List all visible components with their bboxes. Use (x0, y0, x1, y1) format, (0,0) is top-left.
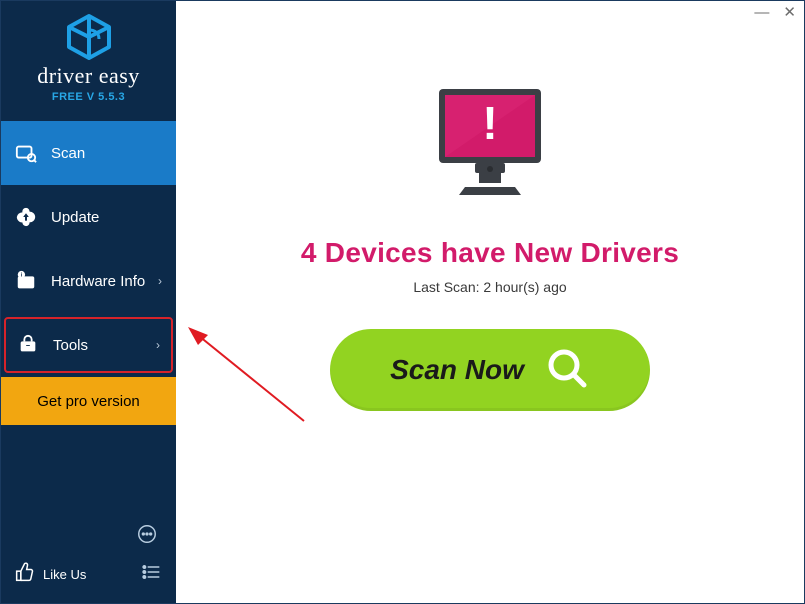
hardware-info-icon: i (15, 270, 37, 292)
magnifier-icon (544, 345, 590, 396)
sidebar-nav: Scan Update i (1, 121, 176, 425)
sidebar-item-label: Tools (53, 337, 88, 354)
close-button[interactable]: ✕ (783, 5, 796, 20)
minimize-button[interactable]: — (754, 5, 769, 20)
tools-icon (17, 334, 39, 356)
update-icon (15, 206, 37, 228)
scan-now-button[interactable]: Scan Now (330, 329, 650, 411)
like-us-label: Like Us (43, 567, 86, 582)
sidebar-item-scan[interactable]: Scan (1, 121, 176, 185)
sidebar-item-get-pro[interactable]: Get pro version (1, 377, 176, 425)
sidebar-item-label: Update (51, 209, 99, 226)
last-scan-text: Last Scan: 2 hour(s) ago (176, 279, 804, 295)
scan-icon (15, 142, 37, 164)
sidebar-item-label: Get pro version (37, 393, 140, 410)
chevron-right-icon: › (156, 338, 160, 352)
main-panel: — ✕ ! 4 Devices have New Drivers Last Sc… (176, 1, 804, 603)
sidebar-bottom: Like Us (1, 517, 176, 593)
scan-now-label: Scan Now (390, 354, 524, 386)
sidebar-item-update[interactable]: Update (1, 185, 176, 249)
sidebar-item-tools[interactable]: Tools › (4, 317, 173, 373)
menu-list-icon[interactable] (140, 562, 162, 587)
brand-logo-icon (63, 13, 115, 61)
brand-name: driver easy (1, 63, 176, 89)
feedback-icon[interactable] (136, 523, 158, 550)
sidebar-item-hardware-info[interactable]: i Hardware Info › (1, 249, 176, 313)
brand-block: driver easy FREE V 5.5.3 (1, 1, 176, 111)
like-us-button[interactable]: Like Us (15, 562, 86, 587)
scan-result-headline: 4 Devices have New Drivers (176, 237, 804, 269)
monitor-alert-icon: ! (425, 79, 555, 209)
svg-text:!: ! (482, 97, 497, 149)
sidebar: driver easy FREE V 5.5.3 Scan (1, 1, 176, 603)
sidebar-item-label: Scan (51, 145, 85, 162)
brand-version: FREE V 5.5.3 (1, 91, 176, 103)
thumbs-up-icon (15, 562, 35, 587)
chevron-right-icon: › (158, 274, 162, 288)
main-content: ! 4 Devices have New Drivers Last Scan: … (176, 1, 804, 411)
window-controls: — ✕ (754, 5, 796, 20)
app-window: driver easy FREE V 5.5.3 Scan (1, 1, 804, 603)
annotation-arrow (184, 321, 314, 431)
sidebar-item-label: Hardware Info (51, 273, 145, 290)
